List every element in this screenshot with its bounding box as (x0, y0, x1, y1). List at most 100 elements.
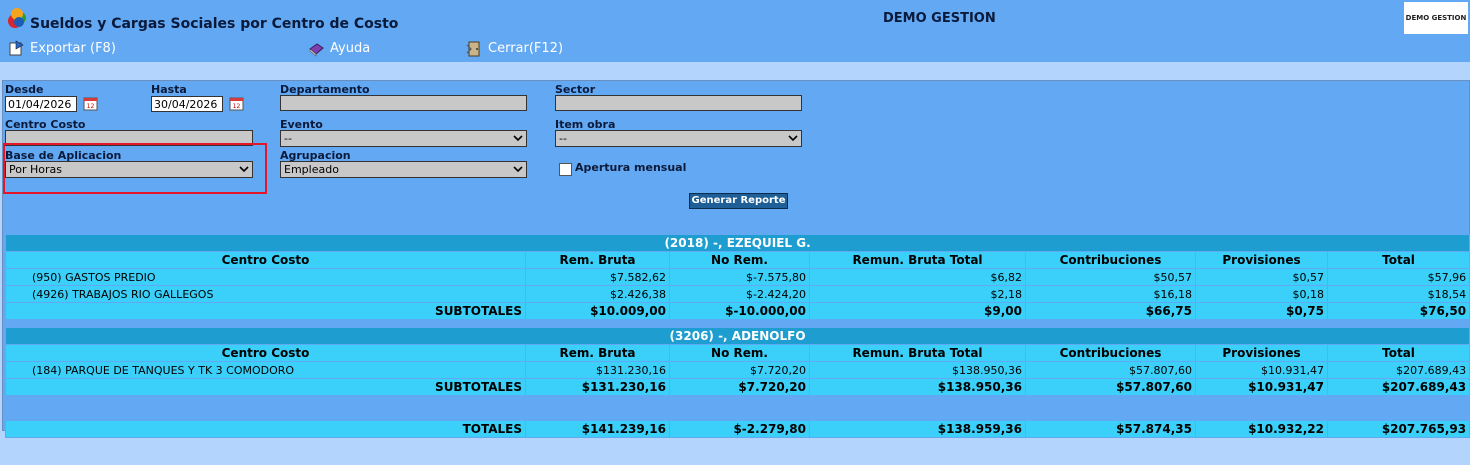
report-table: (2018) -, EZEQUIEL G. Centro Costo Rem. … (4, 234, 1470, 438)
item-obra-select[interactable]: -- (555, 130, 802, 147)
toolbar: Exportar (F8) Ayuda Cerrar(F12) (0, 37, 1470, 62)
col-centro-costo: Centro Costo (5, 251, 526, 269)
subtotal-rem-bruta: $10.009,00 (525, 302, 670, 320)
departamento-input[interactable] (280, 95, 527, 111)
cell-rem-bruta: $131.230,16 (525, 361, 670, 379)
help-button[interactable]: Ayuda (308, 40, 370, 57)
group-header: (2018) -, EZEQUIEL G. (4, 234, 1470, 252)
total-contribuciones: $57.874,35 (1025, 420, 1196, 438)
cell-no-rem: $7.720,20 (669, 361, 810, 379)
cell-provisiones: $0,57 (1195, 268, 1328, 286)
chevron-down-icon (788, 135, 798, 142)
export-icon (9, 40, 24, 56)
col-provisiones: Provisiones (1195, 344, 1328, 362)
brand-logo: DEMO GESTION (1404, 2, 1468, 34)
subtotal-row: SUBTOTALES $131.230,16 $7.720,20 $138.95… (5, 378, 1470, 396)
col-remun-bruta-total: Remun. Bruta Total (809, 344, 1026, 362)
subtotal-row: SUBTOTALES $10.009,00 $-10.000,00 $9,00 … (5, 302, 1470, 320)
cell-remun-bruta-total: $138.950,36 (809, 361, 1026, 379)
export-button[interactable]: Exportar (F8) (8, 40, 116, 57)
cell-centro-costo: (184) PARQUE DE TANQUES Y TK 3 COMODORO (5, 361, 526, 379)
cell-centro-costo: (4926) TRABAJOS RIO GALLEGOS (5, 285, 526, 303)
cell-contribuciones: $16,18 (1025, 285, 1196, 303)
cell-total: $207.689,43 (1326, 361, 1470, 379)
table-row: (950) GASTOS PREDIO $7.582,62 $-7.575,80… (5, 268, 1470, 286)
apertura-mensual-checkbox[interactable] (559, 163, 572, 176)
cell-no-rem: $-2.424,20 (669, 285, 810, 303)
col-contribuciones: Contribuciones (1025, 344, 1196, 362)
generate-report-button[interactable]: Generar Reporte (689, 193, 788, 209)
totals-label: TOTALES (5, 420, 526, 438)
agrupacion-value: Empleado (284, 163, 339, 176)
app-header: Sueldos y Cargas Sociales por Centro de … (0, 0, 1470, 37)
company-name: DEMO GESTION (883, 11, 996, 26)
close-door-icon (466, 41, 480, 57)
close-button[interactable]: Cerrar(F12) (466, 40, 563, 57)
col-total: Total (1326, 344, 1470, 362)
hasta-label: Hasta (151, 83, 187, 96)
app-logo-icon (8, 8, 26, 28)
subtotal-rem-bruta: $131.230,16 (525, 378, 670, 396)
col-no-rem: No Rem. (669, 344, 810, 362)
cell-rem-bruta: $2.426,38 (525, 285, 670, 303)
cell-centro-costo: (950) GASTOS PREDIO (5, 268, 526, 286)
subtotal-remun-bruta-total: $138.950,36 (809, 378, 1026, 396)
cell-contribuciones: $50,57 (1025, 268, 1196, 286)
evento-select[interactable]: -- (280, 130, 527, 147)
filter-panel: Desde 12 Hasta 12 Departamento Sector Ce… (2, 80, 1470, 438)
cell-rem-bruta: $7.582,62 (525, 268, 670, 286)
svg-text:12: 12 (233, 103, 241, 110)
page-title: Sueldos y Cargas Sociales por Centro de … (30, 16, 399, 32)
total-total: $207.765,93 (1326, 420, 1470, 438)
col-contribuciones: Contribuciones (1025, 251, 1196, 269)
subtotal-provisiones: $10.931,47 (1195, 378, 1328, 396)
cell-provisiones: $0,18 (1195, 285, 1328, 303)
centro-costo-input[interactable] (5, 130, 253, 146)
apertura-mensual-label: Apertura mensual (575, 161, 687, 174)
total-no-rem: $-2.279,80 (669, 420, 810, 438)
cell-remun-bruta-total: $6,82 (809, 268, 1026, 286)
cell-provisiones: $10.931,47 (1195, 361, 1328, 379)
close-label: Cerrar(F12) (488, 41, 564, 56)
group-header: (3206) -, ADENOLFO (4, 327, 1470, 345)
subtotal-no-rem: $-10.000,00 (669, 302, 810, 320)
col-no-rem: No Rem. (669, 251, 810, 269)
desde-label: Desde (5, 83, 44, 96)
export-label: Exportar (F8) (30, 41, 116, 56)
chevron-down-icon (513, 166, 523, 173)
col-total: Total (1326, 251, 1470, 269)
column-header-row: Centro Costo Rem. Bruta No Rem. Remun. B… (5, 251, 1470, 269)
column-header-row: Centro Costo Rem. Bruta No Rem. Remun. B… (5, 344, 1470, 362)
cell-remun-bruta-total: $2,18 (809, 285, 1026, 303)
col-rem-bruta: Rem. Bruta (525, 251, 670, 269)
cell-no-rem: $-7.575,80 (669, 268, 810, 286)
sector-input[interactable] (555, 95, 802, 111)
subtotal-total: $207.689,43 (1326, 378, 1470, 396)
agrupacion-select[interactable]: Empleado (280, 161, 527, 178)
totals-row: TOTALES $141.239,16 $-2.279,80 $138.959,… (5, 420, 1470, 438)
col-provisiones: Provisiones (1195, 251, 1328, 269)
help-book-icon (309, 43, 324, 57)
subtotal-label: SUBTOTALES (5, 302, 526, 320)
chevron-down-icon (513, 135, 523, 142)
desde-input[interactable] (5, 96, 77, 112)
calendar-icon-hasta[interactable]: 12 (227, 95, 247, 113)
base-aplicacion-select[interactable]: Por Horas (5, 161, 253, 178)
subtotal-contribuciones: $66,75 (1025, 302, 1196, 320)
table-row: (4926) TRABAJOS RIO GALLEGOS $2.426,38 $… (5, 285, 1470, 303)
table-row: (184) PARQUE DE TANQUES Y TK 3 COMODORO … (5, 361, 1470, 379)
total-provisiones: $10.932,22 (1195, 420, 1328, 438)
base-aplicacion-value: Por Horas (9, 163, 62, 176)
calendar-icon-desde[interactable]: 12 (81, 95, 101, 113)
total-remun-bruta-total: $138.959,36 (809, 420, 1026, 438)
subtotal-remun-bruta-total: $9,00 (809, 302, 1026, 320)
chevron-down-icon (239, 166, 249, 173)
evento-value: -- (284, 132, 292, 145)
hasta-input[interactable] (151, 96, 223, 112)
col-remun-bruta-total: Remun. Bruta Total (809, 251, 1026, 269)
help-label: Ayuda (330, 41, 371, 56)
subtotal-label: SUBTOTALES (5, 378, 526, 396)
cell-total: $57,96 (1326, 268, 1470, 286)
svg-text:12: 12 (87, 103, 95, 110)
cell-total: $18,54 (1326, 285, 1470, 303)
